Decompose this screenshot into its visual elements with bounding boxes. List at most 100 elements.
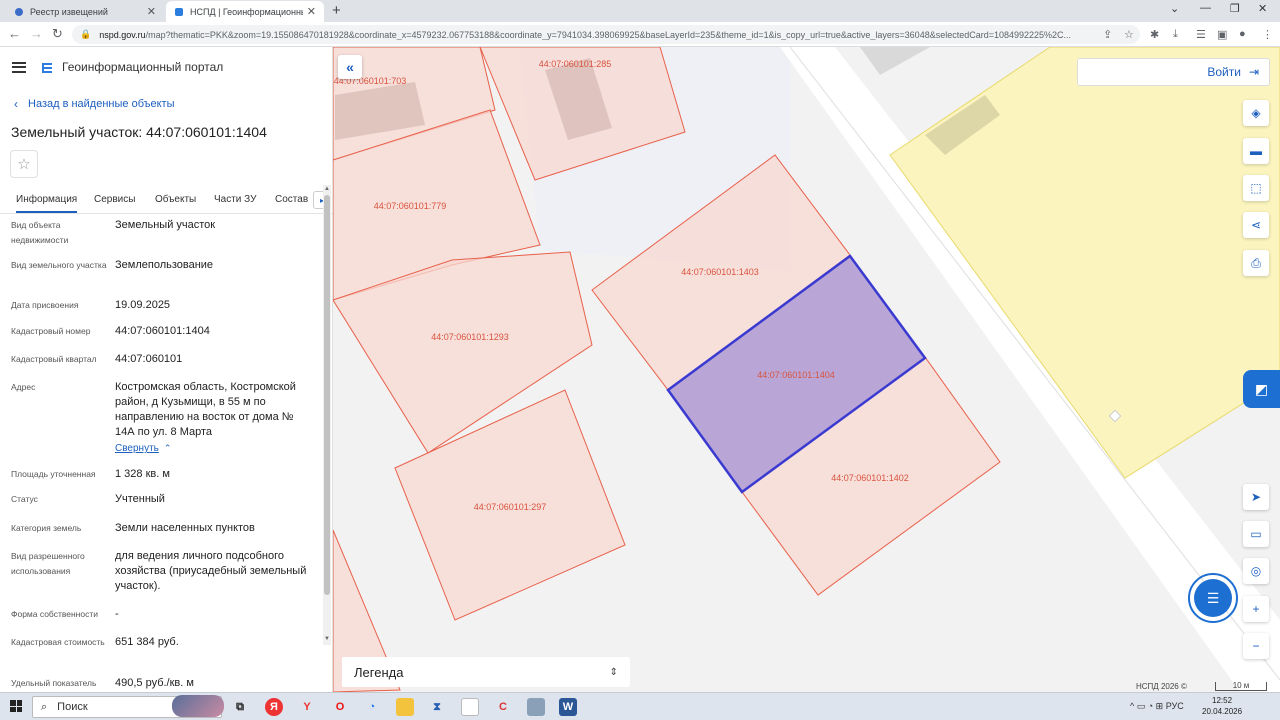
attribute-label: Статус bbox=[11, 494, 38, 504]
attribute-value: 19.09.2025 bbox=[115, 299, 171, 311]
sidebar-icon[interactable]: ▣ bbox=[1217, 28, 1227, 41]
system-tray[interactable]: ^ ▭ ◔ ⊞ РУС bbox=[1130, 701, 1184, 712]
menu-dots-icon[interactable]: ⋮ bbox=[1262, 28, 1273, 41]
favorite-star-icon[interactable]: ☆ bbox=[10, 150, 38, 178]
scroll-up-icon[interactable]: ▲ bbox=[324, 186, 330, 192]
chevron-updown-icon: ⇕ bbox=[609, 666, 618, 678]
attribute-label: Вид разрешенного использования bbox=[11, 551, 85, 576]
tab-information[interactable]: Информация bbox=[16, 194, 78, 213]
attribute-label: Адрес bbox=[11, 382, 36, 392]
browser-tab-nspd[interactable]: НСПД | Геоинформационный п ✕ bbox=[166, 1, 324, 22]
attribute-label: Вид объекта недвижимости bbox=[11, 220, 69, 245]
browser-tab-strip: Реестр извещений ✕ НСПД | Геоинформацион… bbox=[0, 0, 1280, 22]
location-icon[interactable]: ◎ bbox=[1243, 558, 1269, 584]
login-button[interactable]: Войти ⇥ bbox=[1077, 58, 1270, 86]
tab-services[interactable]: Сервисы bbox=[94, 194, 135, 205]
windows-start-icon[interactable] bbox=[10, 700, 22, 712]
back-arrow-icon[interactable]: ← bbox=[8, 26, 21, 41]
new-tab-button[interactable]: + bbox=[332, 2, 341, 19]
zoom-out-button[interactable]: − bbox=[1243, 633, 1269, 659]
attribute-label: Кадастровый номер bbox=[11, 326, 91, 336]
panel-header: Геоинформационный портал bbox=[0, 47, 332, 87]
area-select-icon[interactable]: ⬚ bbox=[1243, 175, 1269, 201]
app-c-icon[interactable]: C bbox=[494, 698, 512, 716]
maximize-button[interactable]: ❐ bbox=[1230, 2, 1240, 15]
parcel-label: 44:07:060101:1404 bbox=[757, 370, 835, 380]
weather-widget[interactable] bbox=[172, 695, 224, 717]
bookmark-star-icon[interactable]: ☆ bbox=[1124, 28, 1134, 41]
attribute-label: Вид земельного участка bbox=[11, 260, 107, 270]
chevron-left-icon: ‹ bbox=[14, 97, 18, 111]
attribute-value: для ведения личного подсобного хозяйства… bbox=[115, 550, 307, 592]
zoom-in-button[interactable]: + bbox=[1243, 596, 1269, 622]
layers-icon[interactable]: ◈ bbox=[1243, 100, 1269, 126]
yandex-browser-icon[interactable]: Y bbox=[298, 698, 316, 716]
attribute-label: Кадастровая стоимость bbox=[11, 637, 105, 647]
share-icon[interactable]: ⋖ bbox=[1243, 212, 1269, 238]
attribute-value: 44:07:060101 bbox=[115, 353, 183, 365]
opera-icon[interactable]: O bbox=[331, 698, 349, 716]
chevron-down-icon[interactable]: ⌄ bbox=[1170, 2, 1179, 15]
parcel-label: 44:07:060101:297 bbox=[474, 502, 547, 512]
url-host: nspd.gov.ru bbox=[99, 29, 146, 40]
scroll-down-icon[interactable]: ▼ bbox=[324, 636, 330, 642]
attribute-value: 44:07:060101:1404 bbox=[115, 325, 210, 337]
attribute-value: Земли населенных пунктов bbox=[115, 522, 255, 534]
chevron-up-icon[interactable]: ⌃ bbox=[164, 443, 172, 453]
network-app-icon[interactable]: ⧗ bbox=[428, 698, 446, 716]
map-canvas[interactable]: 44:07:060101:703 44:07:060101:285 44:07:… bbox=[333, 47, 1280, 692]
parcel-title: Земельный участок: 44:07:060101:1404 bbox=[11, 124, 267, 140]
panorama-icon[interactable]: ◩ bbox=[1243, 370, 1280, 408]
tab-title: НСПД | Геоинформационный п bbox=[190, 6, 303, 17]
parcel-label: 44:07:060101:1402 bbox=[831, 473, 909, 483]
download-icon[interactable]: ⤓ bbox=[1173, 28, 1178, 41]
yandex-icon[interactable]: Я bbox=[265, 698, 283, 716]
close-icon[interactable]: ✕ bbox=[147, 5, 156, 18]
extensions-icon[interactable]: ✱ bbox=[1150, 28, 1159, 41]
parcel-label: 44:07:060101:1293 bbox=[431, 332, 509, 342]
print-icon[interactable]: ⎙ bbox=[1243, 250, 1269, 276]
folder-icon[interactable] bbox=[396, 698, 414, 716]
collapse-container: Свернуть ⌃ bbox=[115, 441, 315, 456]
back-to-results-link[interactable]: ‹ Назад в найденные объекты bbox=[14, 97, 175, 111]
search-icon: ⌕ bbox=[41, 700, 48, 713]
attribute-value: 651 384 руб. bbox=[115, 636, 179, 648]
navigate-icon[interactable]: ➤ bbox=[1243, 484, 1269, 510]
forward-arrow-icon[interactable]: → bbox=[30, 26, 43, 41]
tab-parts[interactable]: Части ЗУ bbox=[214, 194, 256, 205]
url-field[interactable]: 🔒 nspd.gov.ru/map?thematic=PKK&zoom=19.1… bbox=[72, 25, 1140, 44]
word-icon[interactable]: W bbox=[559, 698, 577, 716]
share-icon[interactable]: ⇪ bbox=[1103, 28, 1112, 41]
legend-dropdown[interactable]: Легенда ⇕ bbox=[342, 657, 630, 687]
panel-scrollbar-thumb[interactable] bbox=[324, 195, 330, 595]
lock-icon: 🔒 bbox=[80, 29, 92, 39]
reading-mode-icon[interactable]: ☰ bbox=[1196, 28, 1206, 41]
minimize-button[interactable]: — bbox=[1200, 2, 1211, 14]
login-icon: ⇥ bbox=[1248, 65, 1259, 79]
document-icon[interactable] bbox=[461, 698, 479, 716]
chat-button[interactable]: ☰ bbox=[1188, 573, 1238, 623]
window-close-button[interactable]: ✕ bbox=[1258, 2, 1267, 15]
collapse-link[interactable]: Свернуть bbox=[115, 443, 159, 454]
attribute-label: Форма собственности bbox=[11, 609, 98, 619]
ruler-icon[interactable]: ▬ bbox=[1243, 138, 1269, 164]
parcel-label: 44:07:060101:285 bbox=[539, 59, 612, 69]
reload-icon[interactable]: ↻ bbox=[52, 26, 63, 42]
language-indicator[interactable]: РУС bbox=[1166, 701, 1184, 711]
hamburger-menu-icon[interactable] bbox=[12, 61, 26, 73]
parcel-label: 44:07:060101:1403 bbox=[681, 267, 759, 277]
clock[interactable]: 12:52 20.04.2026 bbox=[1202, 695, 1242, 717]
browser-tab-registry[interactable]: Реестр извещений ✕ bbox=[6, 1, 164, 22]
tab-composition[interactable]: Состав bbox=[275, 194, 308, 205]
task-view-icon[interactable]: ⧉ bbox=[231, 698, 249, 716]
close-icon[interactable]: ✕ bbox=[307, 5, 316, 18]
photo-app-icon[interactable] bbox=[527, 698, 545, 716]
scale-bar: 10 м bbox=[1215, 682, 1267, 691]
collapse-panel-button[interactable]: « bbox=[338, 55, 362, 79]
attribute-value: 490,5 руб./кв. м bbox=[115, 677, 194, 689]
minimap-icon[interactable]: ▭ bbox=[1243, 521, 1269, 547]
profile-avatar-icon[interactable]: ● bbox=[1239, 28, 1246, 40]
address-bar: ← → ↻ 🔒 nspd.gov.ru/map?thematic=PKK&zoo… bbox=[0, 22, 1280, 47]
tab-objects[interactable]: Объекты bbox=[155, 194, 196, 205]
browser-icon[interactable]: ◔ bbox=[363, 698, 381, 716]
